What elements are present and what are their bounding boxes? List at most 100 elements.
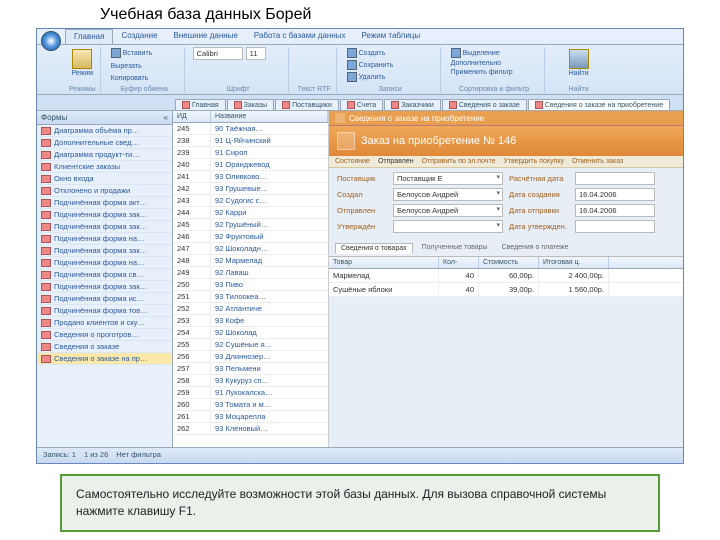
- shdate-label: Дата отправки: [509, 206, 569, 215]
- advanced-filter-button[interactable]: Дополнительно: [449, 59, 503, 68]
- table-row[interactable]: 24293 Грушевые…: [173, 183, 328, 195]
- nav-item[interactable]: Подчинённая форма акт…: [37, 197, 172, 209]
- sub-col-product[interactable]: Товар: [329, 257, 439, 268]
- save-button[interactable]: Сохранить: [345, 59, 396, 71]
- nav-item[interactable]: Подчинённая форма на…: [37, 257, 172, 269]
- calcdate-input[interactable]: [575, 172, 655, 185]
- table-row[interactable]: 26293 Кленовый…: [173, 423, 328, 435]
- doc-tab[interactable]: Заказчики: [384, 99, 441, 110]
- toggle-filter-button[interactable]: Применить фильтр: [449, 68, 515, 77]
- subtab-items[interactable]: Сведения о товарах: [335, 243, 413, 254]
- table-row[interactable]: 24091 Оранджевод: [173, 159, 328, 171]
- nav-item[interactable]: Подчинённая форма тов…: [37, 305, 172, 317]
- ribbon-tab-datasheet[interactable]: Режим таблицы: [354, 29, 429, 44]
- table-row[interactable]: 24692 Фруктовый: [173, 231, 328, 243]
- table-row[interactable]: 25393 Кофе: [173, 315, 328, 327]
- table-row[interactable]: 25991 Лукокалска…: [173, 387, 328, 399]
- table-row[interactable]: 25292 Атлантиче: [173, 303, 328, 315]
- selection-button[interactable]: Выделение: [449, 47, 502, 59]
- crdate-input[interactable]: 16.04.2006: [575, 188, 655, 201]
- doc-tab[interactable]: Главная: [175, 99, 226, 110]
- nav-item[interactable]: Окно входа: [37, 173, 172, 185]
- record-nav[interactable]: Запись: 1: [43, 450, 76, 461]
- table-row[interactable]: 24792 Шоколадн…: [173, 243, 328, 255]
- col-name[interactable]: Название: [211, 111, 328, 122]
- table-row[interactable]: 24492 Карри: [173, 207, 328, 219]
- table-row[interactable]: 26193 Моцарелла: [173, 411, 328, 423]
- table-row[interactable]: 23991 Сироп: [173, 147, 328, 159]
- shdate-input[interactable]: 16.04.2006: [575, 204, 655, 217]
- ribbon-tab-create[interactable]: Создание: [113, 29, 165, 44]
- office-orb[interactable]: [41, 31, 61, 51]
- confirmed-input[interactable]: [393, 220, 503, 233]
- nav-item[interactable]: Клиентские заказы: [37, 161, 172, 173]
- nav-item[interactable]: Подчинённая форма зак…: [37, 245, 172, 257]
- ribbon-tab-external[interactable]: Внешние данные: [166, 29, 246, 44]
- table-row[interactable]: 25893 Кукуруз сп…: [173, 375, 328, 387]
- table-row[interactable]: 25492 Шоколад: [173, 327, 328, 339]
- new-record-button[interactable]: Создать: [345, 47, 388, 59]
- table-row[interactable]: 24590 Таёжная…: [173, 123, 328, 135]
- subgrid-row[interactable]: Мармелад4060,00р.2 400,00р.: [329, 269, 683, 283]
- nav-item[interactable]: Дополнительные свед…: [37, 137, 172, 149]
- subgrid-row[interactable]: Сушёные яблоки4039,00р.1 560,00р.: [329, 283, 683, 297]
- cancel-order-button[interactable]: Отменить заказ: [572, 158, 623, 165]
- nav-item[interactable]: Подчинённая форма на…: [37, 233, 172, 245]
- nav-item[interactable]: Подчинённая форма зак…: [37, 209, 172, 221]
- email-button[interactable]: Отправить по эл.почте: [422, 158, 496, 165]
- nav-header[interactable]: Формы «: [37, 111, 172, 125]
- table-row[interactable]: 24992 Лаваш: [173, 267, 328, 279]
- nav-item[interactable]: Диаграмма продукт-ти…: [37, 149, 172, 161]
- sub-col-qty[interactable]: Кол-: [439, 257, 479, 268]
- nav-item[interactable]: Сведения о заказе на пр…: [37, 353, 172, 365]
- form-icon: [41, 127, 51, 135]
- paste-button[interactable]: Вставить: [109, 47, 155, 59]
- view-button[interactable]: Режим: [69, 47, 96, 79]
- nav-item[interactable]: Подчинённая форма ис…: [37, 293, 172, 305]
- doc-tab[interactable]: Заказы: [227, 99, 274, 110]
- table-row[interactable]: 25592 Сушёные я…: [173, 339, 328, 351]
- table-row[interactable]: 23891 Ц-Яйчинский: [173, 135, 328, 147]
- subtab-payment[interactable]: Сведения о платеже: [497, 243, 574, 254]
- subtab-received[interactable]: Полученные товары: [417, 243, 493, 254]
- created-input[interactable]: Белоусов Андрей: [393, 188, 503, 201]
- doc-tab[interactable]: Сведения о заказе на приобретение: [528, 99, 670, 110]
- nav-item[interactable]: Подчинённая форма св…: [37, 269, 172, 281]
- delete-button[interactable]: Удалить: [345, 71, 388, 83]
- nav-item[interactable]: Отклонено и продажи: [37, 185, 172, 197]
- find-button[interactable]: Найти: [553, 47, 605, 79]
- nav-item[interactable]: Сведения о проготров…: [37, 329, 172, 341]
- table-row[interactable]: 26093 Томата и м…: [173, 399, 328, 411]
- nav-item[interactable]: Подчинённая форма зак…: [37, 221, 172, 233]
- table-row[interactable]: 25193 Тилоокеа…: [173, 291, 328, 303]
- approved-input[interactable]: Белоусов Андрей: [393, 204, 503, 217]
- table-row[interactable]: 24892 Мармелад: [173, 255, 328, 267]
- doc-tab[interactable]: Поставщики: [275, 99, 339, 110]
- sub-col-total[interactable]: Итоговая ц.: [539, 257, 609, 268]
- cut-button[interactable]: Вырезать: [109, 62, 144, 71]
- nav-item[interactable]: Диаграмма объёма пр…: [37, 125, 172, 137]
- ribbon-tab-home[interactable]: Главная: [65, 29, 113, 44]
- ribbon-tab-dbtools[interactable]: Работа с базами данных: [246, 29, 354, 44]
- table-row[interactable]: 24193 Оливково…: [173, 171, 328, 183]
- table-row[interactable]: 24392 Судогис с…: [173, 195, 328, 207]
- apdate-input[interactable]: [575, 220, 655, 233]
- nav-item[interactable]: Подчинённая форма зак…: [37, 281, 172, 293]
- doc-tab[interactable]: Счета: [340, 99, 383, 110]
- font-size[interactable]: 11: [246, 47, 266, 60]
- copy-button[interactable]: Копировать: [109, 74, 151, 83]
- datasheet-grid[interactable]: ИДНазвание 24590 Таёжная…23891 Ц-Яйчинск…: [173, 111, 329, 447]
- form-title: Заказ на приобретение № 146: [361, 135, 516, 147]
- table-row[interactable]: 25693 Длиннозер…: [173, 351, 328, 363]
- table-row[interactable]: 24592 Грушёный…: [173, 219, 328, 231]
- approve-button[interactable]: Утвердить покупку: [504, 158, 564, 165]
- nav-item[interactable]: Продано клиентов и ску…: [37, 317, 172, 329]
- sub-col-cost[interactable]: Стоимость: [479, 257, 539, 268]
- table-row[interactable]: 25093 Пиво: [173, 279, 328, 291]
- table-row[interactable]: 25793 Пельмени: [173, 363, 328, 375]
- col-id[interactable]: ИД: [173, 111, 211, 122]
- supplier-input[interactable]: Поставщик Е: [393, 172, 503, 185]
- doc-tab[interactable]: Сведения о заказе: [442, 99, 527, 110]
- nav-item[interactable]: Сведения о заказе: [37, 341, 172, 353]
- font-name[interactable]: Calibri: [193, 47, 243, 60]
